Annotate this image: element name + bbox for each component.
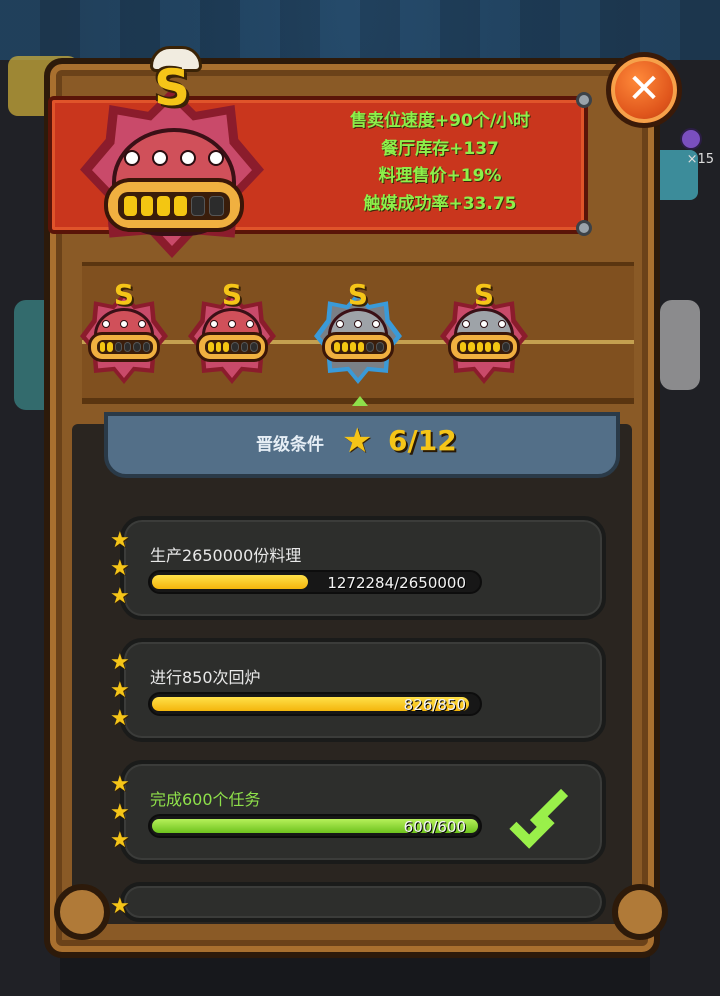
restaurant-rank-badge: S	[72, 46, 272, 258]
task-progress-fill	[152, 575, 308, 589]
bonus-line: 售卖位速度+90个/小时	[349, 111, 531, 131]
level-pip	[190, 196, 206, 216]
star-icon: ★	[342, 421, 373, 461]
level-pip	[133, 342, 141, 352]
level-pip	[468, 342, 475, 352]
task-progress-text: 600/600	[403, 818, 466, 836]
close-icon: ✕	[627, 66, 661, 112]
level-meter	[104, 178, 244, 232]
level-badge-3[interactable]: S	[310, 278, 406, 388]
level-pip	[484, 342, 492, 352]
task-card: ★ ★ ★ 进行850次回炉 826/850	[110, 638, 606, 742]
monster-eyes	[124, 150, 224, 166]
requirement-count: 6/12	[388, 424, 457, 457]
level-pip	[460, 342, 467, 352]
selected-level-indicator	[352, 396, 368, 406]
level-pip	[100, 342, 106, 352]
level-pip	[358, 342, 364, 352]
level-pip	[366, 342, 374, 352]
bonus-list: 售卖位速度+90个/小时 餐厅库存+137 料理售价+19% 触媒成功率+33.…	[290, 108, 590, 218]
task-progress-bar: 826/850	[148, 692, 482, 716]
bolt-icon	[576, 220, 592, 236]
task-title: 完成600个任务	[150, 790, 261, 809]
level-pip	[501, 342, 510, 352]
close-button[interactable]: ✕	[606, 52, 682, 128]
level-pip	[208, 342, 214, 352]
task-progress-text: 826/850	[403, 696, 466, 714]
rank-letter: S	[113, 278, 135, 311]
task-card: ★ ★ ★ 完成600个任务 600/600	[110, 760, 606, 864]
bonus-line: 触媒成功率+33.75	[363, 193, 517, 214]
level-pip	[209, 196, 225, 216]
level-badge-2[interactable]: S	[184, 278, 280, 388]
level-pip	[107, 342, 113, 352]
rank-letter: S	[347, 278, 369, 311]
level-pip	[476, 342, 483, 352]
rank-letter: S	[221, 278, 243, 311]
task-title: 生产2650000份料理	[150, 546, 302, 565]
task-stars: ★ ★ ★	[110, 528, 130, 609]
bolt-icon	[576, 92, 592, 108]
task-progress-bar: 1272284/2650000	[148, 570, 482, 594]
level-pip	[123, 342, 132, 352]
level-pip	[223, 342, 230, 352]
level-badge-1[interactable]: S	[76, 278, 172, 388]
requirement-label: 晋级条件	[256, 435, 324, 455]
bonus-line: 餐厅库存+137	[381, 138, 499, 159]
checkmark-icon	[510, 792, 570, 832]
game-screen: ×15 售卖位速度+90个/小时 餐厅库存+137 料理售价+19% 触媒成功率…	[0, 0, 720, 996]
level-badge-4[interactable]: S	[436, 278, 532, 388]
level-pip	[140, 196, 154, 216]
frame-corner-ornament	[54, 884, 110, 940]
task-stars: ★	[110, 894, 130, 919]
level-pip	[342, 342, 348, 352]
level-pip	[157, 196, 171, 216]
level-pip	[231, 342, 239, 352]
bonus-line: 料理售价+19%	[378, 166, 502, 186]
level-pip	[334, 342, 340, 352]
rank-letter: S	[473, 278, 495, 311]
background-right	[650, 60, 720, 996]
level-pip	[142, 342, 150, 352]
level-pip	[240, 342, 249, 352]
potion-icon[interactable]	[674, 118, 706, 154]
frame-corner-ornament	[612, 884, 668, 940]
level-pip	[250, 342, 259, 352]
background-grey-figure	[660, 300, 700, 390]
task-stars: ★ ★ ★	[110, 772, 130, 853]
level-pip	[493, 342, 500, 352]
task-progress-text: 1272284/2650000	[327, 574, 466, 592]
potion-count: ×15	[686, 152, 714, 167]
level-pip	[215, 342, 222, 352]
task-stars: ★ ★ ★	[110, 650, 130, 731]
level-pip	[114, 342, 122, 352]
task-progress-bar: 600/600	[148, 814, 482, 838]
level-pip	[124, 196, 137, 216]
task-card-partial: ★	[110, 882, 606, 922]
task-card: ★ ★ ★ 生产2650000份料理 1272284/2650000	[110, 516, 606, 620]
level-pip	[350, 342, 356, 352]
level-pip	[376, 342, 384, 352]
rank-letter: S	[153, 59, 190, 117]
task-title: 进行850次回炉	[150, 668, 261, 687]
level-pip	[174, 196, 187, 216]
